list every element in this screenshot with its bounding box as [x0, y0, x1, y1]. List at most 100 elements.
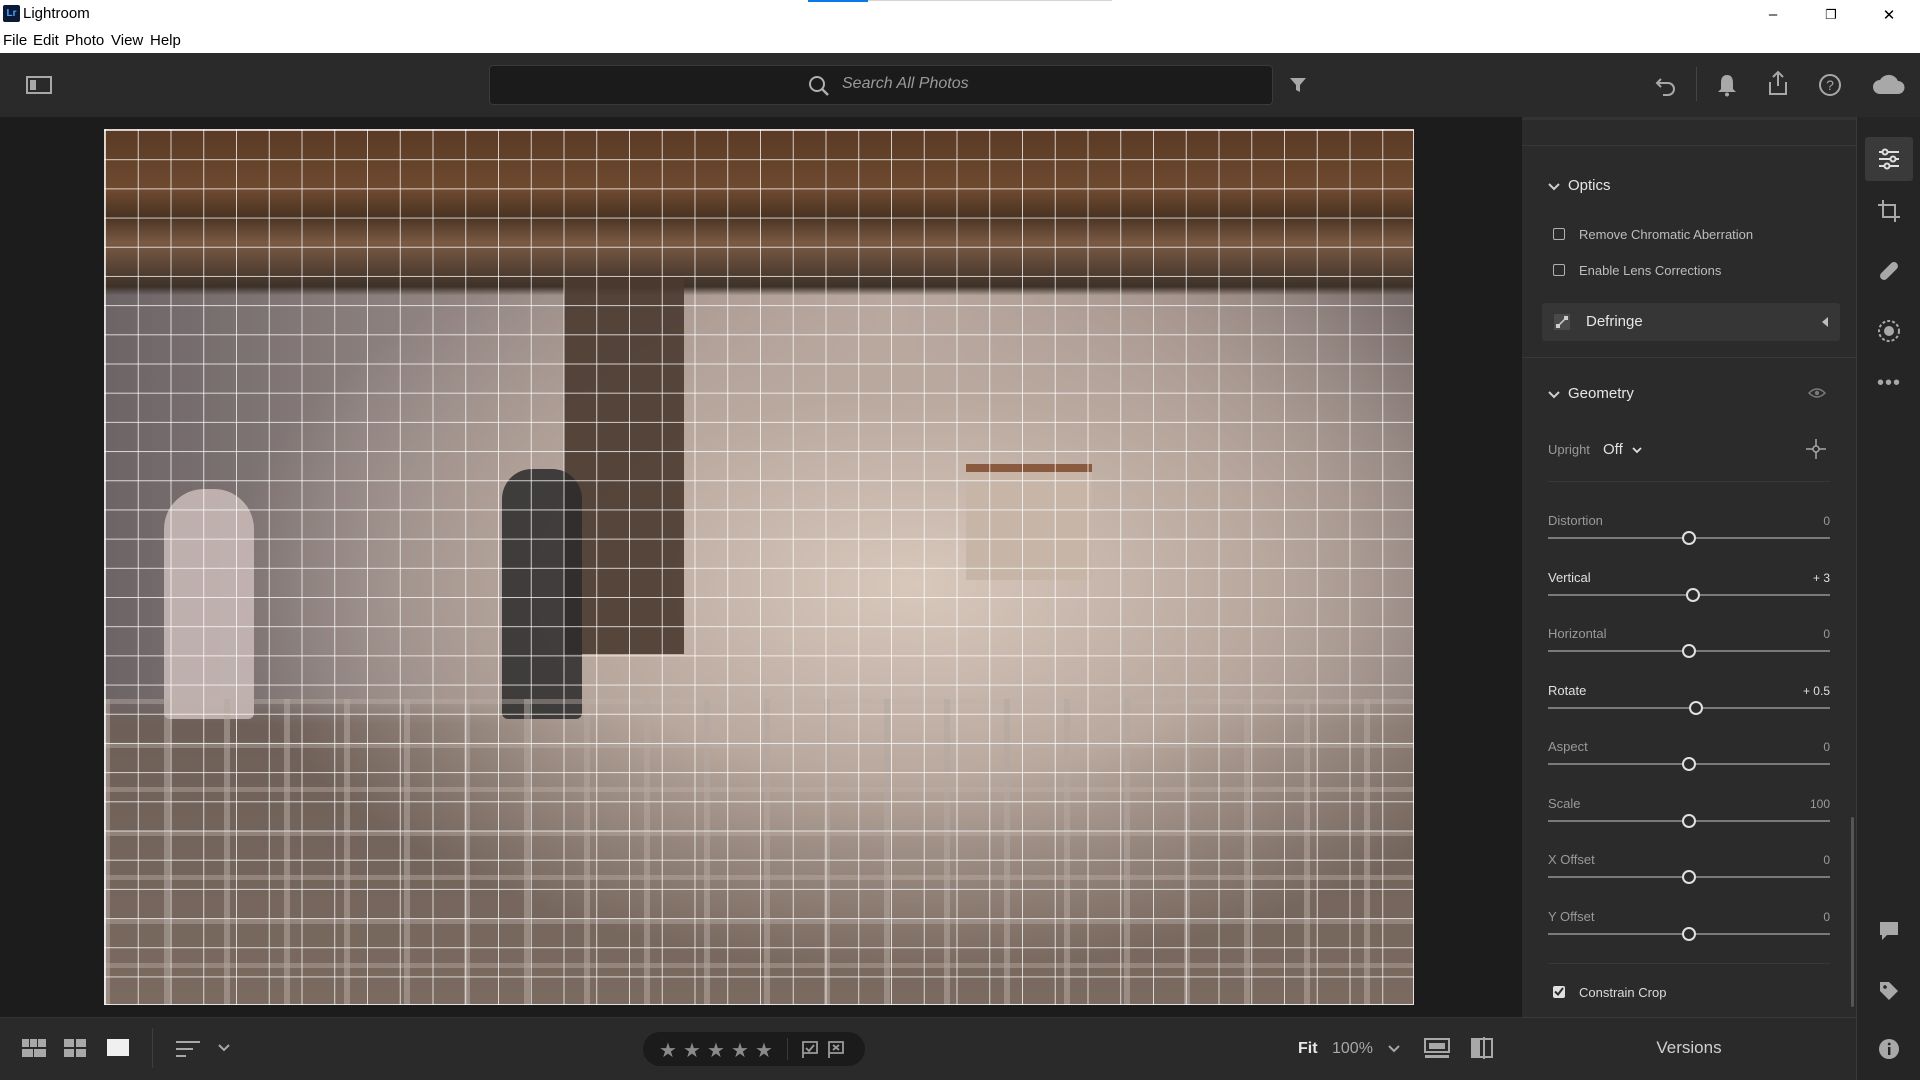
defringe-label: Defringe — [1586, 313, 1643, 330]
slider-label: Aspect — [1548, 739, 1588, 754]
photo-chairs — [104, 699, 1414, 1005]
undo-icon[interactable] — [1652, 71, 1680, 99]
slider-row-scale: Scale 100 — [1522, 796, 1856, 840]
constrain-crop-checkbox[interactable] — [1553, 986, 1565, 998]
before-after-icon[interactable] — [1470, 1036, 1494, 1060]
sort-chevron-down-icon[interactable] — [218, 1044, 230, 1052]
constrain-crop-label: Constrain Crop — [1579, 985, 1667, 1000]
enable-lens-corrections-checkbox[interactable] — [1553, 264, 1565, 276]
star-3-icon[interactable]: ★ — [707, 1038, 725, 1063]
star-1-icon[interactable]: ★ — [659, 1038, 677, 1063]
filter-icon[interactable] — [1286, 73, 1310, 97]
pick-flag-icon[interactable] — [801, 1041, 819, 1059]
title-bar: Lr Lightroom – ❐ ✕ — [0, 0, 1920, 29]
slider-thumb[interactable] — [1682, 870, 1696, 884]
slider-row-x-offset: X Offset 0 — [1522, 852, 1856, 896]
crop-icon[interactable] — [1875, 197, 1903, 225]
slider-value[interactable]: 100 — [1750, 797, 1830, 811]
maximize-button[interactable]: ❐ — [1808, 0, 1854, 29]
slider-label: Rotate — [1548, 682, 1587, 698]
top-toolbar: Search All Photos ? — [0, 53, 1920, 117]
tag-icon[interactable] — [1875, 977, 1903, 1005]
panel-divider — [1548, 481, 1830, 482]
reject-flag-icon[interactable] — [827, 1041, 845, 1059]
slider-value[interactable]: 0 — [1750, 514, 1830, 528]
healing-icon[interactable] — [1875, 257, 1903, 285]
remove-chromatic-aberration-checkbox[interactable] — [1553, 228, 1565, 240]
share-icon[interactable] — [1764, 69, 1792, 97]
menu-view[interactable]: View — [111, 32, 143, 49]
star-5-icon[interactable]: ★ — [755, 1038, 773, 1063]
minimize-button[interactable]: – — [1750, 0, 1796, 29]
bottom-toolbar: ★ ★ ★ ★ ★ Fit 100% — [0, 1017, 1522, 1080]
zoom-value[interactable]: 100% — [1332, 1040, 1373, 1058]
rating-flag-pill: ★ ★ ★ ★ ★ — [643, 1032, 865, 1066]
sort-icon[interactable] — [176, 1040, 200, 1058]
square-grid-icon[interactable] — [64, 1038, 86, 1058]
slider-label: Scale — [1548, 795, 1581, 811]
slider-label: X Offset — [1548, 852, 1595, 867]
panel-top-edge — [1522, 117, 1856, 120]
info-icon[interactable] — [1875, 1035, 1903, 1063]
slider-thumb[interactable] — [1686, 587, 1701, 602]
star-4-icon[interactable]: ★ — [731, 1038, 749, 1063]
menu-help[interactable]: Help — [150, 32, 181, 49]
help-icon[interactable]: ? — [1816, 71, 1844, 99]
masking-icon[interactable] — [1875, 317, 1903, 345]
geometry-title: Geometry — [1568, 385, 1634, 402]
close-button[interactable]: ✕ — [1866, 0, 1912, 29]
cloud-icon[interactable] — [1870, 69, 1906, 99]
upright-label: Upright — [1548, 442, 1590, 457]
geometry-panel: Optics Remove Chromatic Aberration Enabl… — [1522, 117, 1856, 1017]
more-icon[interactable]: ••• — [1875, 369, 1903, 397]
fit-zoom-button[interactable]: Fit — [1298, 1040, 1318, 1058]
menu-edit[interactable]: Edit — [33, 32, 59, 49]
svg-text:?: ? — [1826, 77, 1834, 93]
comment-icon[interactable] — [1875, 917, 1903, 945]
slider-thumb[interactable] — [1682, 813, 1696, 828]
app-title: Lightroom — [23, 5, 90, 22]
search-input[interactable]: Search All Photos — [842, 75, 969, 93]
slider-value[interactable]: + 3 — [1750, 571, 1830, 585]
photo-canvas — [0, 117, 1522, 1017]
slider-label: Y Offset — [1548, 908, 1595, 924]
defringe-expand-icon[interactable] — [1822, 317, 1828, 327]
panel-toggle-icon[interactable] — [24, 73, 54, 97]
lightroom-logo-icon: Lr — [3, 5, 20, 22]
slider-value[interactable]: + 0.5 — [1750, 684, 1830, 698]
slider-thumb[interactable] — [1682, 644, 1696, 658]
filmstrip-toggle-icon[interactable] — [1424, 1038, 1450, 1060]
photo-person-plaid — [502, 469, 582, 719]
upright-dropdown[interactable]: Off — [1603, 439, 1653, 459]
chevron-down-icon — [1632, 447, 1642, 454]
defringe-row[interactable]: Defringe — [1542, 303, 1840, 341]
slider-value[interactable]: 0 — [1750, 627, 1830, 641]
slider-row-vertical: Vertical + 3 — [1522, 570, 1856, 614]
photo-preview[interactable] — [104, 129, 1414, 1005]
slider-value[interactable]: 0 — [1750, 740, 1830, 754]
slider-value[interactable]: 0 — [1750, 910, 1830, 924]
slider-value[interactable]: 0 — [1750, 853, 1830, 867]
slider-thumb[interactable] — [1682, 757, 1696, 771]
slider-thumb[interactable] — [1682, 926, 1696, 941]
menu-photo[interactable]: Photo — [65, 32, 104, 49]
guided-upright-icon[interactable] — [1805, 438, 1827, 460]
star-2-icon[interactable]: ★ — [683, 1038, 701, 1063]
slider-thumb[interactable] — [1682, 531, 1696, 545]
edit-sliders-icon[interactable] — [1875, 145, 1903, 173]
defringe-eyedropper-icon[interactable] — [1554, 314, 1570, 330]
slider-thumb[interactable] — [1689, 700, 1704, 715]
bell-icon[interactable] — [1713, 71, 1741, 99]
eye-icon[interactable] — [1808, 387, 1826, 399]
zoom-chevron-down-icon[interactable] — [1388, 1045, 1400, 1053]
versions-button[interactable]: Versions — [1522, 1017, 1856, 1080]
upright-value: Off — [1603, 441, 1623, 458]
remove-chromatic-aberration-label: Remove Chromatic Aberration — [1579, 227, 1754, 242]
panel-scrollbar[interactable] — [1851, 817, 1854, 1007]
panel-divider — [1522, 357, 1856, 358]
menu-file[interactable]: File — [3, 32, 27, 49]
detail-view-icon[interactable] — [106, 1038, 130, 1058]
slider-row-y-offset: Y Offset 0 — [1522, 909, 1856, 953]
search-bar[interactable]: Search All Photos — [489, 65, 1273, 105]
photo-grid-icon[interactable] — [22, 1038, 46, 1058]
